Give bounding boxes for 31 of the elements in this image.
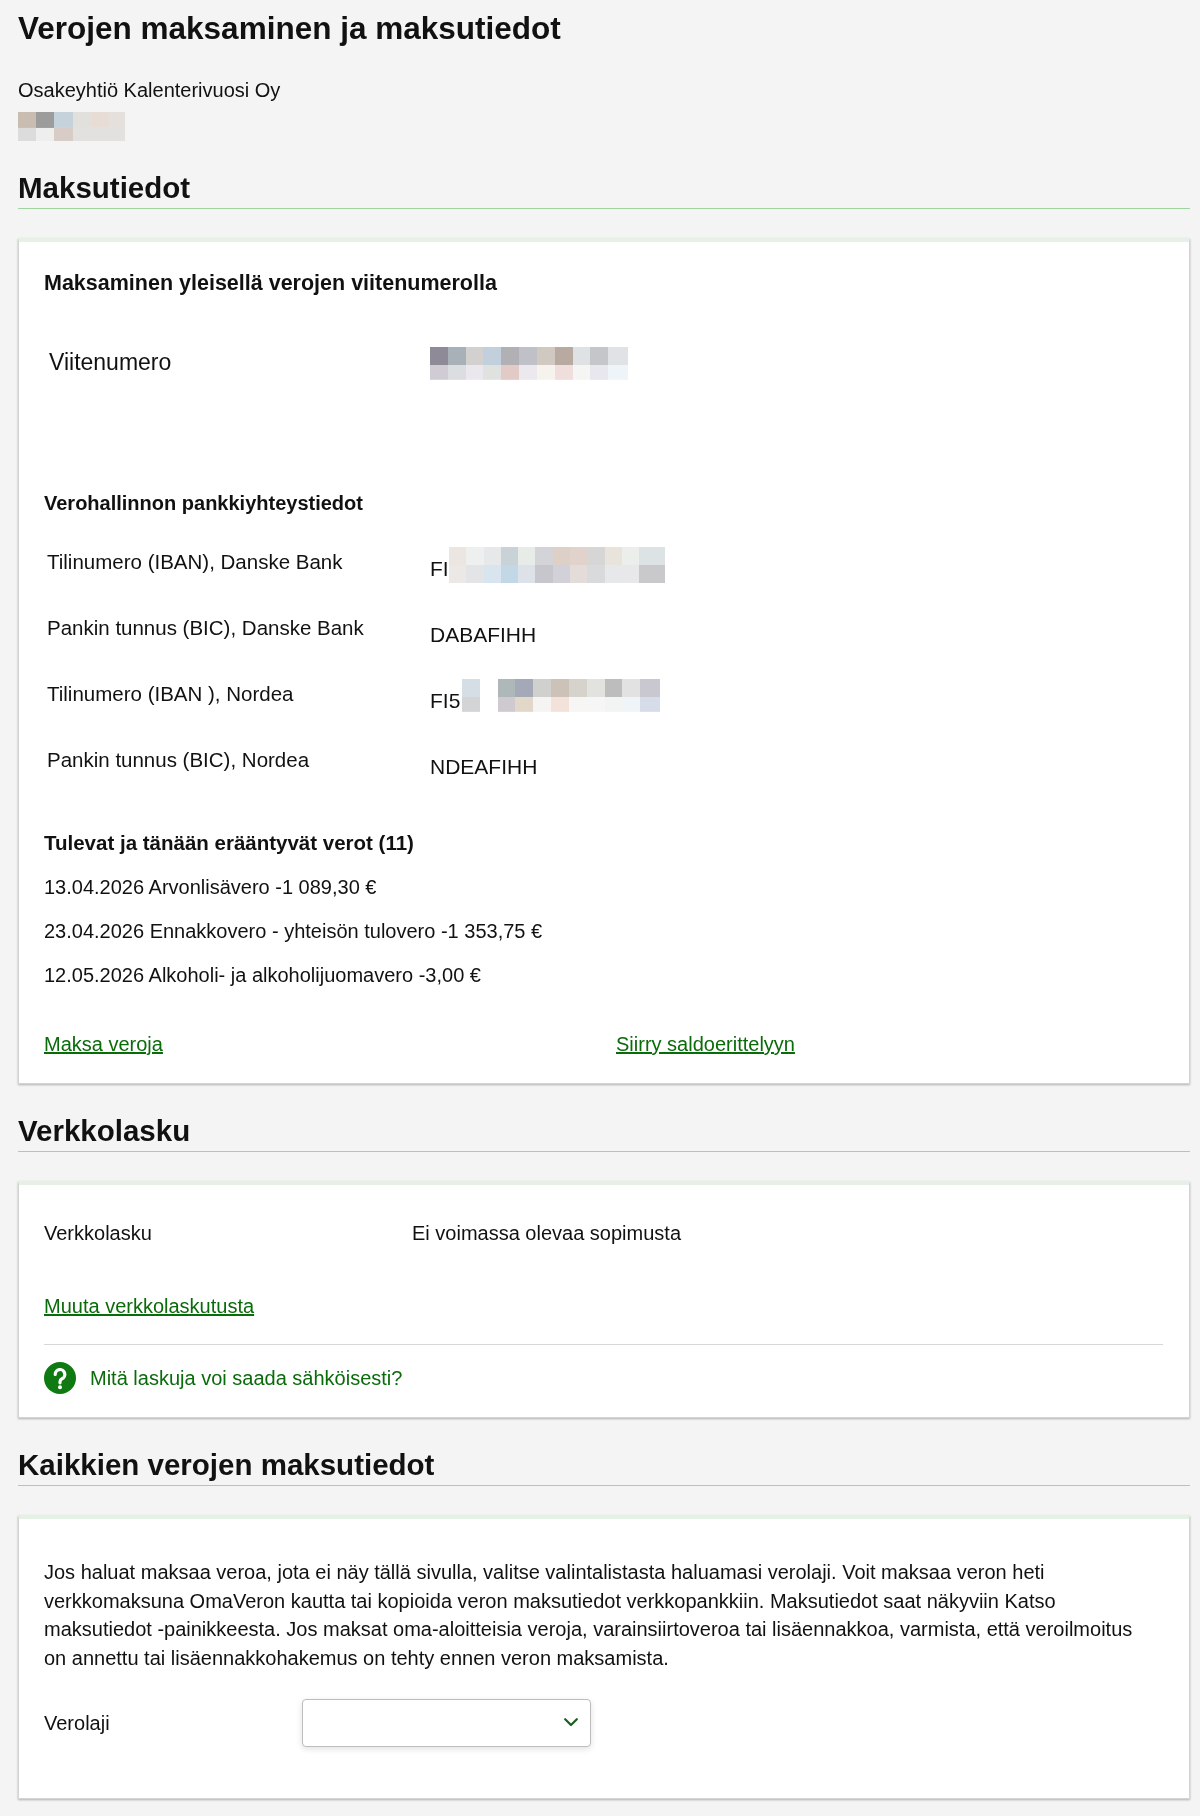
chevron-down-icon: [564, 1718, 578, 1728]
field-label: Verolaji: [44, 1710, 111, 1735]
field-value: FI5: [430, 688, 461, 713]
field-value: FI: [430, 556, 449, 581]
card-title: Maksaminen yleisellä verojen viitenumerolla: [44, 270, 497, 296]
organization-name: Osakeyhtiö Kalenterivuosi Oy: [18, 78, 281, 102]
field-label: Tilinumero (IBAN), Danske Bank: [47, 550, 343, 574]
field-label: Pankin tunnus (BIC), Danske Bank: [47, 616, 364, 640]
due-tax-item: 13.04.2026 Arvonlisävero -1 089,30 €: [44, 875, 377, 899]
subsection-title: Verohallinnon pankkiyhteystiedot: [44, 491, 363, 515]
help-icon: [44, 1362, 76, 1394]
field-label: Viitenumero: [49, 348, 172, 375]
text-link[interactable]: Siirry saldoerittelyyn: [616, 1033, 795, 1055]
help-link[interactable]: Mitä laskuja voi saada sähköisesti?: [90, 1366, 403, 1390]
field-value: Ei voimassa olevaa sopimusta: [412, 1221, 681, 1245]
section-heading: Kaikkien verojen maksutiedot: [18, 1447, 435, 1483]
text-link[interactable]: Maksa veroja: [44, 1033, 163, 1055]
field-label: Verkkolasku: [44, 1221, 152, 1245]
subsection-title: Tulevat ja tänään erääntyvät verot (11): [44, 831, 414, 855]
info-paragraph: Jos haluat maksaa veroa, jota ei näy tällä sivulla, valitse valintalistasta haluamasi verolaji. Voit maksaa veron heti verkkomaksuna OmaVeron kautta tai kopioida veron maksutiedot verkkopankkiin. Maksutiedot saat näkyviin Katso maksutiedot -painikkeesta. Jos maksat oma-aloitteisia veroja, varainsiirtoveroa tai lisäennakkoa, varmista, että veroilmoitus on annettu tai lisäennakkohakemus on tehty ennen veron maksamista.: [44, 1560, 1134, 1672]
due-tax-item: 12.05.2026 Alkoholi- ja alkoholijuomavero -3,00 €: [44, 963, 481, 987]
field-value: NDEAFIHH: [430, 754, 538, 779]
tax-type-select[interactable]: [302, 1698, 591, 1747]
field-value: DABAFIHH: [430, 622, 537, 647]
text-link[interactable]: Muuta verkkolaskutusta: [44, 1295, 255, 1317]
section-heading: Maksutiedot: [18, 170, 191, 206]
section-heading: Verkkolasku: [18, 1113, 191, 1149]
page-title: Verojen maksaminen ja maksutiedot: [18, 9, 561, 48]
field-label: Tilinumero (IBAN ), Nordea: [47, 682, 294, 706]
due-tax-item: 23.04.2026 Ennakkovero - yhteisön tulovero -1 353,75 €: [44, 919, 543, 943]
field-label: Pankin tunnus (BIC), Nordea: [47, 748, 310, 772]
